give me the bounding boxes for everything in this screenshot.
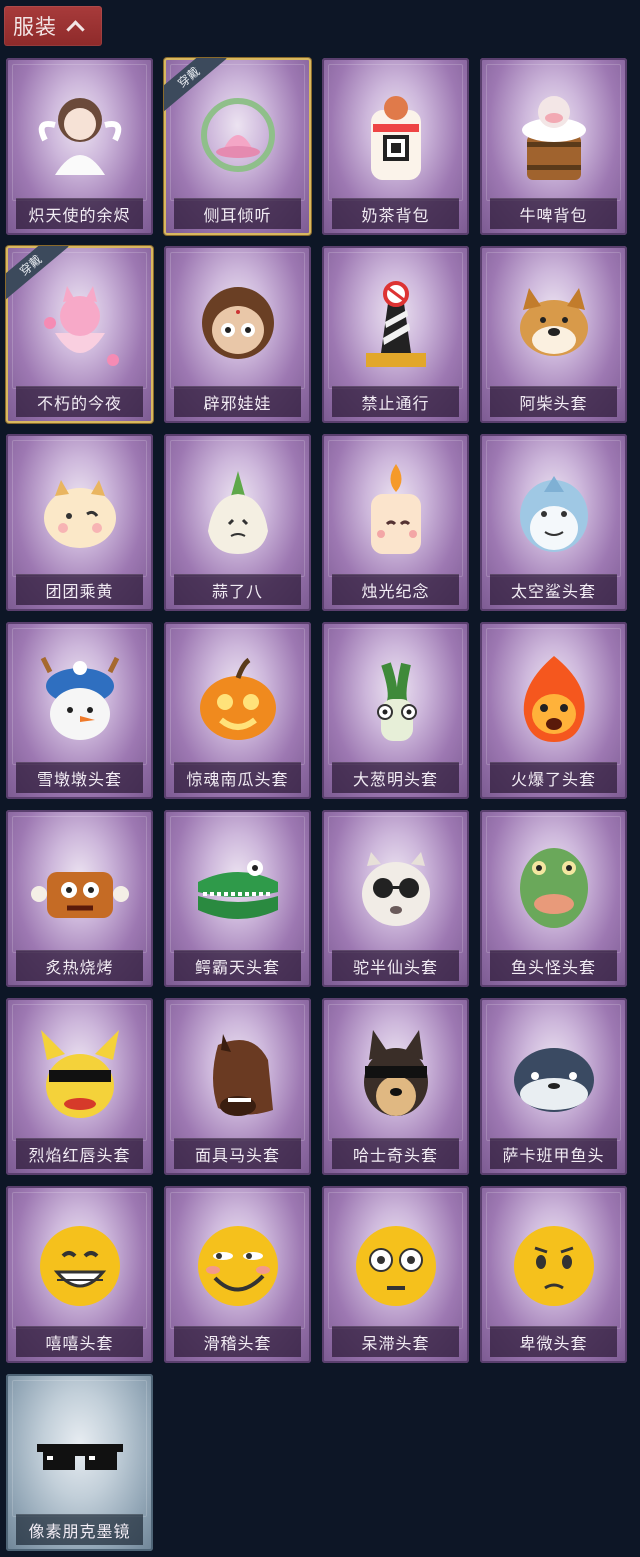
fireball-mask-icon: [499, 644, 609, 754]
costume-card[interactable]: 卑微头套: [480, 1186, 627, 1363]
shiba-mask-icon: [499, 268, 609, 378]
costume-card[interactable]: 烛光纪念: [322, 434, 469, 611]
pleading-emoji-icon: [499, 1208, 609, 1318]
costume-grid: 炽天使的余烬 穿戴 侧耳倾听 奶茶背包 牛啤背包穿戴 不朽的今夜 辟邪娃娃 禁止通行 阿柴头套团…: [6, 58, 627, 1551]
costume-name: 大葱明头套: [332, 762, 459, 793]
costume-name: 滑稽头套: [174, 1326, 301, 1357]
costume-card[interactable]: 蒜了八: [164, 434, 311, 611]
crocodile-mask-icon: [183, 832, 293, 942]
costume-card[interactable]: 鱼头怪头套: [480, 810, 627, 987]
flushed-emoji-icon: [341, 1208, 451, 1318]
costume-name: 烛光纪念: [332, 574, 459, 605]
costume-card[interactable]: 炙热烧烤: [6, 810, 153, 987]
pink-fox-bowl-icon: [25, 268, 135, 378]
milk-tea-backpack-icon: [341, 80, 451, 190]
costume-card[interactable]: 炽天使的余烬: [6, 58, 153, 235]
costume-name: 辟邪娃娃: [174, 386, 301, 417]
costume-name: 驼半仙头套: [332, 950, 459, 981]
costume-card[interactable]: 穿戴 不朽的今夜: [6, 246, 153, 423]
scallion-mask-icon: [341, 644, 451, 754]
pixel-sunglasses-icon: [25, 1396, 135, 1506]
costume-name: 哈士奇头套: [332, 1138, 459, 1169]
costume-card[interactable]: 鳄霸天头套: [164, 810, 311, 987]
costume-card[interactable]: 大葱明头套: [322, 622, 469, 799]
costume-card[interactable]: 像素朋克墨镜: [6, 1374, 153, 1551]
costume-name: 阿柴头套: [490, 386, 617, 417]
costume-card[interactable]: 萨卡班甲鱼头: [480, 998, 627, 1175]
costume-card[interactable]: 辟邪娃娃: [164, 246, 311, 423]
costume-card[interactable]: 雪墩墩头套: [6, 622, 153, 799]
snowman-mask-icon: [25, 644, 135, 754]
costume-name: 炙热烧烤: [16, 950, 143, 981]
fish-head-mask-icon: [499, 832, 609, 942]
costume-card[interactable]: 呆滞头套: [322, 1186, 469, 1363]
costume-name: 侧耳倾听: [174, 198, 301, 229]
horse-mask-icon: [183, 1020, 293, 1130]
chevron-up-icon: [66, 19, 85, 39]
costume-card[interactable]: 烈焰红唇头套: [6, 998, 153, 1175]
costume-card[interactable]: 太空鲨头套: [480, 434, 627, 611]
costume-card[interactable]: 穿戴 侧耳倾听: [164, 58, 311, 235]
costume-name: 炽天使的余烬: [16, 198, 143, 229]
costume-name: 雪墩墩头套: [16, 762, 143, 793]
costume-card[interactable]: 禁止通行: [322, 246, 469, 423]
costume-card[interactable]: 驼半仙头套: [322, 810, 469, 987]
costume-card[interactable]: 惊魂南瓜头套: [164, 622, 311, 799]
costume-card[interactable]: 哈士奇头套: [322, 998, 469, 1175]
costume-name: 不朽的今夜: [16, 386, 143, 417]
smirk-emoji-icon: [183, 1208, 293, 1318]
shark-mask-icon: [499, 456, 609, 566]
lotus-wreath-icon: [183, 80, 293, 190]
costume-card[interactable]: 火爆了头套: [480, 622, 627, 799]
costume-name: 禁止通行: [332, 386, 459, 417]
costume-name: 惊魂南瓜头套: [174, 762, 301, 793]
costume-name: 呆滞头套: [332, 1326, 459, 1357]
pumpkin-mask-icon: [183, 644, 293, 754]
costume-name: 鳄霸天头套: [174, 950, 301, 981]
traffic-barrier-icon: [341, 268, 451, 378]
costume-name: 太空鲨头套: [490, 574, 617, 605]
costume-name: 蒜了八: [174, 574, 301, 605]
alpaca-mask-icon: [341, 832, 451, 942]
husky-mask-icon: [341, 1020, 451, 1130]
costume-card[interactable]: 奶茶背包: [322, 58, 469, 235]
costume-card[interactable]: 滑稽头套: [164, 1186, 311, 1363]
armored-fish-mask-icon: [499, 1020, 609, 1130]
costume-name: 像素朋克墨镜: [16, 1514, 143, 1545]
costume-card[interactable]: 团团乘黄: [6, 434, 153, 611]
costume-card[interactable]: 面具马头套: [164, 998, 311, 1175]
costume-card[interactable]: 阿柴头套: [480, 246, 627, 423]
costume-name: 牛啤背包: [490, 198, 617, 229]
cute-beast-icon: [25, 456, 135, 566]
costume-name: 团团乘黄: [16, 574, 143, 605]
costume-name: 烈焰红唇头套: [16, 1138, 143, 1169]
costume-card[interactable]: 嘻嘻头套: [6, 1186, 153, 1363]
costume-name: 鱼头怪头套: [490, 950, 617, 981]
section-title: 服装: [13, 15, 57, 39]
garlic-icon: [183, 456, 293, 566]
costume-name: 奶茶背包: [332, 198, 459, 229]
grin-emoji-icon: [25, 1208, 135, 1318]
bbq-meat-icon: [25, 832, 135, 942]
costume-section-toggle[interactable]: 服装: [4, 6, 102, 46]
candle-icon: [341, 456, 451, 566]
yellow-mouse-mask-icon: [25, 1020, 135, 1130]
costume-name: 面具马头套: [174, 1138, 301, 1169]
costume-name: 萨卡班甲鱼头: [490, 1138, 617, 1169]
costume-name: 卑微头套: [490, 1326, 617, 1357]
costume-name: 嘻嘻头套: [16, 1326, 143, 1357]
cow-beer-backpack-icon: [499, 80, 609, 190]
angel-doll-icon: [25, 80, 135, 190]
doll-head-icon: [183, 268, 293, 378]
costume-card[interactable]: 牛啤背包: [480, 58, 627, 235]
costume-name: 火爆了头套: [490, 762, 617, 793]
